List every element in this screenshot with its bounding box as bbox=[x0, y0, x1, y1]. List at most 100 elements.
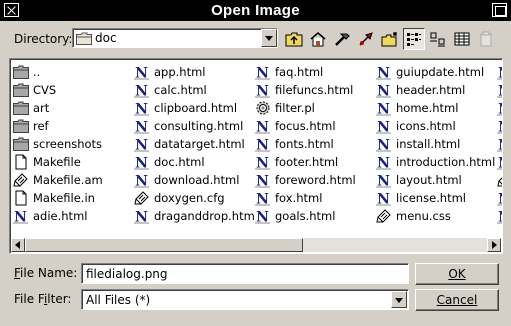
file-item[interactable]: filter.pl bbox=[255, 99, 356, 117]
file-item-name: app.html bbox=[154, 65, 206, 79]
document-icon bbox=[13, 154, 29, 170]
file-item[interactable]: Ndatatarget.html bbox=[134, 135, 258, 154]
directory-value: doc bbox=[95, 31, 117, 45]
file-item[interactable]: screenshots bbox=[13, 135, 103, 153]
file-item[interactable]: Nfox.html bbox=[255, 189, 356, 208]
big-icons-view-button[interactable] bbox=[427, 28, 449, 50]
file-item[interactable]: Ngoals.html bbox=[255, 207, 356, 226]
file-item[interactable]: Nforeword.html bbox=[255, 171, 356, 190]
file-item[interactable]: Nadie.html bbox=[13, 207, 103, 226]
file-item[interactable]: Ninstall.html bbox=[376, 135, 495, 154]
folder-icon bbox=[13, 100, 29, 116]
file-item[interactable]: N bbox=[497, 207, 502, 226]
file-item[interactable]: Nlayout.html bbox=[376, 171, 495, 190]
delete-button[interactable] bbox=[475, 28, 497, 50]
svg-text:N: N bbox=[135, 210, 148, 225]
arrow-right-icon bbox=[492, 241, 497, 249]
file-item[interactable]: CVS bbox=[13, 81, 103, 99]
svg-text:N: N bbox=[135, 156, 148, 171]
work-directory-button[interactable] bbox=[331, 28, 353, 50]
file-item[interactable]: N bbox=[497, 63, 502, 82]
file-filter-combo[interactable]: All Files (*) bbox=[81, 289, 409, 310]
maximize-window-icon[interactable] bbox=[492, 3, 507, 17]
svg-text:N: N bbox=[256, 156, 269, 171]
file-filter-label-mnemonic: i bbox=[43, 292, 48, 306]
svg-text:N: N bbox=[256, 138, 269, 153]
html-file-icon: N bbox=[255, 190, 271, 208]
file-item[interactable]: menu.css bbox=[376, 207, 495, 225]
file-item-name: foreword.html bbox=[275, 173, 356, 187]
directory-combo[interactable]: doc bbox=[72, 28, 278, 48]
file-item[interactable]: Makefile.am bbox=[13, 171, 103, 189]
svg-text:N: N bbox=[256, 174, 269, 189]
file-item[interactable]: Nfonts.html bbox=[255, 135, 356, 154]
big-icons-view-icon bbox=[430, 32, 445, 47]
file-item-name: screenshots bbox=[33, 137, 103, 151]
delete-icon bbox=[480, 31, 492, 47]
file-item[interactable]: Nheader.html bbox=[376, 81, 495, 100]
file-name-label-text: ile Name: bbox=[20, 266, 78, 280]
up-directory-button[interactable] bbox=[283, 28, 305, 50]
file-item[interactable]: N bbox=[497, 99, 503, 118]
file-item[interactable]: Nlicense.html bbox=[376, 189, 495, 208]
file-item[interactable]: Ncalc.html bbox=[134, 81, 258, 100]
file-item[interactable]: Makefile.in bbox=[13, 189, 103, 207]
file-item[interactable]: Nfocus.html bbox=[255, 117, 356, 136]
scroll-left-button[interactable] bbox=[11, 238, 25, 252]
file-item[interactable]: Napp.html bbox=[134, 63, 258, 82]
file-item[interactable]: Ndoc.html bbox=[134, 153, 258, 172]
title-bar[interactable]: Open Image bbox=[0, 0, 511, 21]
bookmark-button[interactable] bbox=[355, 28, 377, 50]
file-item[interactable]: N bbox=[497, 135, 502, 154]
file-item-name: CVS bbox=[33, 83, 57, 97]
file-item[interactable]: art bbox=[13, 99, 103, 117]
file-item[interactable]: Nhome.html bbox=[376, 99, 495, 118]
file-item[interactable]: Makefile bbox=[13, 153, 103, 171]
file-item[interactable]: Nintroduction.html bbox=[376, 153, 496, 172]
up-directory-icon bbox=[285, 32, 303, 47]
scroll-right-button[interactable] bbox=[487, 238, 501, 252]
chevron-down-icon bbox=[395, 298, 403, 303]
file-item[interactable]: Nclipboard.html bbox=[134, 99, 258, 118]
file-item[interactable]: N bbox=[497, 117, 502, 136]
cancel-button[interactable]: Cancel bbox=[415, 289, 499, 311]
file-item[interactable]: Ndownload.html bbox=[134, 171, 258, 190]
details-view-button[interactable] bbox=[451, 28, 473, 50]
html-file-icon: N bbox=[134, 208, 150, 226]
file-item[interactable]: ref bbox=[13, 117, 103, 135]
ok-button[interactable]: OK bbox=[415, 263, 499, 285]
svg-text:N: N bbox=[377, 102, 390, 117]
file-item[interactable]: Nguiupdate.html bbox=[376, 63, 495, 82]
file-item[interactable]: Nicons.html bbox=[376, 117, 495, 136]
file-item[interactable] bbox=[497, 171, 502, 189]
html-file-icon: N bbox=[497, 100, 503, 118]
home-button[interactable] bbox=[307, 28, 329, 50]
file-item[interactable]: Nfilefuncs.html bbox=[255, 81, 356, 100]
file-item[interactable]: .. bbox=[13, 63, 103, 81]
file-list[interactable]: .. CVS art ref screenshots Makefile Makefile.a… bbox=[9, 58, 503, 254]
scroll-thumb[interactable] bbox=[25, 238, 303, 252]
horizontal-scrollbar[interactable] bbox=[11, 238, 501, 252]
file-item[interactable]: Nconsulting.html bbox=[134, 117, 258, 136]
small-icons-view-button[interactable] bbox=[403, 28, 425, 50]
file-filter-dropdown-button[interactable] bbox=[391, 291, 407, 308]
file-item[interactable]: N bbox=[497, 153, 502, 172]
html-file-icon: N bbox=[376, 118, 392, 136]
directory-dropdown-button[interactable] bbox=[261, 29, 277, 47]
file-item[interactable]: doxygen.cfg bbox=[134, 189, 258, 207]
file-name-input[interactable]: filedialog.png bbox=[81, 263, 409, 284]
file-item[interactable]: Nfaq.html bbox=[255, 63, 356, 82]
html-file-icon: N bbox=[134, 118, 150, 136]
svg-text:N: N bbox=[135, 66, 148, 81]
svg-text:N: N bbox=[498, 102, 503, 117]
file-item-name: layout.html bbox=[396, 173, 462, 187]
file-item[interactable]: Nfooter.html bbox=[255, 153, 356, 172]
file-item-name: introduction.html bbox=[396, 155, 496, 169]
file-item-name: adie.html bbox=[33, 209, 88, 223]
new-folder-button[interactable] bbox=[379, 28, 401, 50]
svg-text:N: N bbox=[256, 210, 269, 225]
file-item[interactable]: N bbox=[497, 81, 502, 100]
folder-icon bbox=[76, 32, 92, 48]
file-item[interactable]: Ndraganddrop.html bbox=[134, 207, 258, 226]
file-item[interactable]: N bbox=[497, 189, 502, 208]
